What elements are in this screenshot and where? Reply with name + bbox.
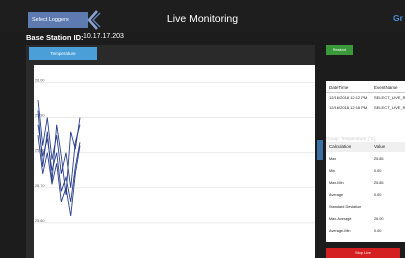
chart-area: 26.00 25.90 25.80 25.70 25.60 (34, 65, 315, 258)
event-datetime: 12/16/2018 12:16 PM (329, 105, 368, 110)
tab-temperature[interactable]: Temperature (29, 47, 97, 60)
base-station-value: 10.17.17.203 (83, 33, 124, 40)
panel-splitter-handle[interactable] (317, 140, 323, 160)
events-header-row: DateTime EventName (326, 83, 405, 92)
y-tick-label: 25.70 (35, 184, 45, 188)
chart-panel: Temperature 26.00 25.90 25.80 25.70 25.60 (26, 45, 315, 258)
column-header: Value (374, 144, 386, 149)
calc-name: Average-Min (329, 229, 351, 233)
event-name: SELECT_LIVE_R (374, 95, 405, 100)
calc-value: 0.00 (374, 193, 382, 197)
calc-name: Max-Min (329, 181, 344, 185)
calc-name: Max-Average (329, 217, 352, 221)
calc-name: Standard Deviation (329, 205, 362, 209)
tab-graph[interactable]: Gr (393, 13, 403, 23)
column-header: Calculation (329, 144, 352, 149)
calc-value: 25.85 (374, 157, 384, 161)
top-bar: Select Loggers Live Monitoring Gr (0, 0, 405, 32)
table-row[interactable]: 12/16/2018 12:12 PM SELECT_LIVE_R (326, 93, 405, 102)
event-name: SELECT_LIVE_R (374, 105, 405, 110)
base-station-label: Base Station ID: (26, 33, 84, 42)
table-row: Max-Average 26.00 (326, 214, 405, 224)
table-row: Standard Deviation (326, 202, 405, 212)
calc-name: Min (329, 169, 336, 173)
table-row: Average-Min 0.00 (326, 226, 405, 236)
column-header: EventName (374, 85, 398, 90)
calculations-header-row: Calculation Value (326, 142, 405, 152)
calc-value: 0.00 (374, 169, 382, 173)
calculations-title: Group: Temperature (°C) (326, 136, 376, 141)
stop-live-button[interactable]: Stop Live (326, 248, 400, 258)
calc-name: Average (329, 193, 344, 197)
table-row: Max 25.85 (326, 154, 405, 164)
right-panel: Readout DateTime EventName 12/16/2018 12… (326, 45, 405, 258)
page-title: Live Monitoring (166, 13, 239, 25)
table-row: Min 0.00 (326, 166, 405, 176)
calc-name: Max (329, 157, 337, 161)
calc-value: 0.00 (374, 229, 382, 233)
event-datetime: 12/16/2018 12:12 PM (329, 95, 368, 100)
y-tick-label: 25.60 (35, 219, 45, 223)
table-row: Max-Min 25.85 (326, 178, 405, 188)
table-row: Average 0.00 (326, 190, 405, 200)
calc-value: 26.00 (374, 217, 384, 221)
temperature-chart: 26.0025.9025.8025.7025.60 (34, 79, 315, 224)
readout-button[interactable]: Readout (326, 45, 353, 55)
calculations-table: Calculation Value Max 25.85 Min 0.00 Max… (326, 142, 405, 242)
y-tick-label: 26.00 (35, 79, 45, 83)
calc-value: 25.85 (374, 181, 384, 185)
column-header: DateTime (329, 85, 349, 90)
table-row[interactable]: 12/16/2018 12:16 PM SELECT_LIVE_R (326, 103, 405, 112)
